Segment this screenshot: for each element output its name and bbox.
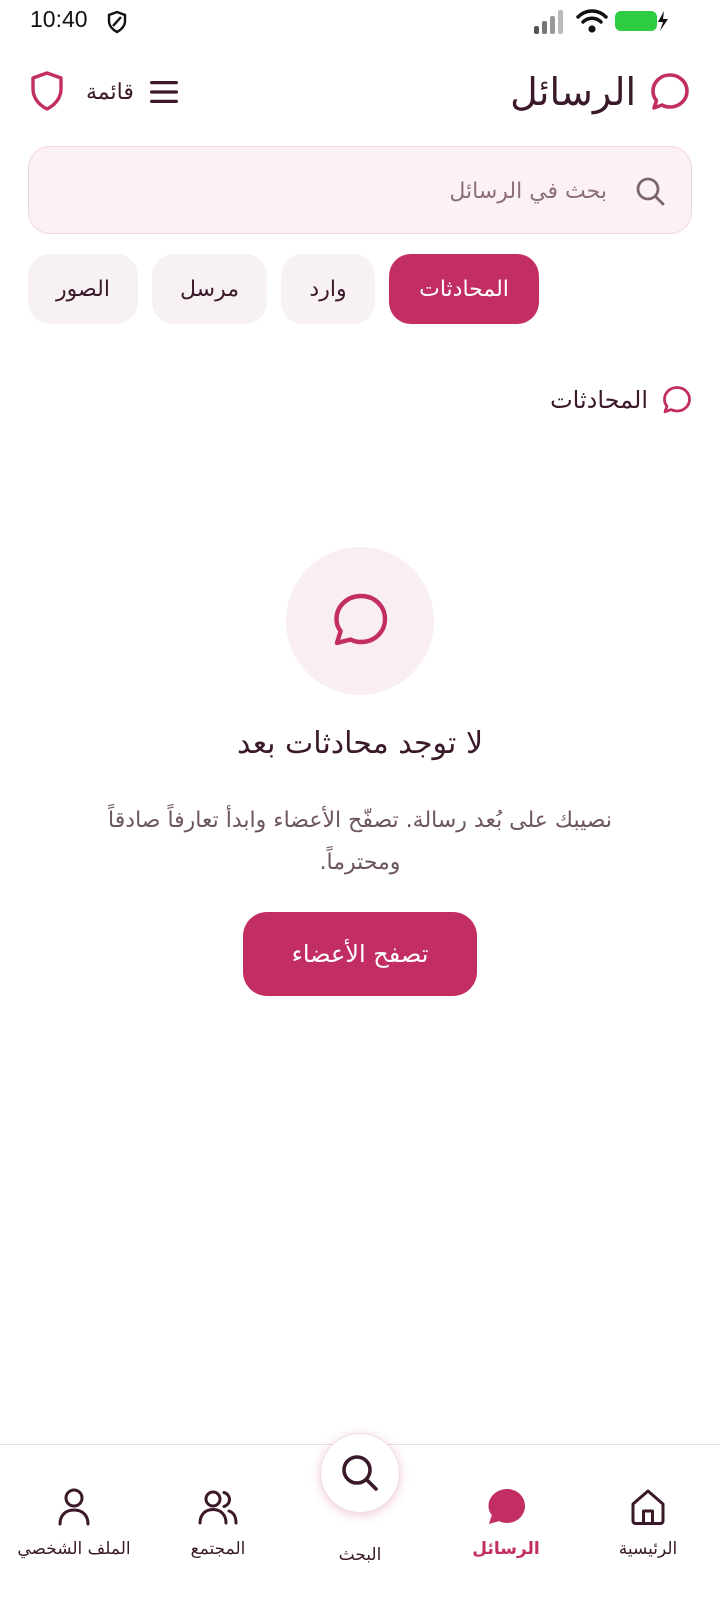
vpn-shield-icon (107, 10, 127, 34)
nav-label-home: الرئيسية (618, 1539, 678, 1559)
menu-button[interactable]: قائمة (86, 72, 180, 112)
users-icon (198, 1490, 238, 1525)
chat-bubble-icon (651, 73, 689, 110)
chat-bubble-icon (663, 386, 691, 414)
nav-label-messages: الرسائل (472, 1539, 540, 1559)
status-bar: 10:40 (0, 0, 720, 44)
search-box (28, 146, 692, 234)
empty-state-title: لا توجد محادثات بعد (236, 726, 484, 761)
home-icon (631, 1489, 665, 1525)
hamburger-menu-icon (149, 81, 178, 103)
wifi-icon (576, 9, 608, 33)
chat-bubble-icon (334, 593, 388, 646)
chat-bubble-icon (488, 1489, 525, 1524)
bottom-nav: الرئيسية الرسائل البحث المجتمع الملف الش… (0, 1433, 720, 1600)
app-header: الرسائل قائمة (0, 60, 720, 124)
browse-members-button[interactable]: تصفح الأعضاء (243, 912, 477, 996)
tab-sent[interactable]: مرسل (152, 254, 267, 324)
battery-charging-icon (615, 11, 668, 31)
nav-item-profile[interactable]: الملف الشخصي (10, 1445, 138, 1600)
nav-label-community: المجتمع (190, 1539, 246, 1559)
section-heading: المحادثات (550, 378, 692, 422)
nav-label-search: البحث (338, 1545, 382, 1565)
nav-item-community[interactable]: المجتمع (166, 1445, 270, 1600)
page-title: الرسائل (510, 70, 636, 114)
tab-inbox[interactable]: وارد (281, 254, 375, 324)
search-icon (342, 1455, 378, 1491)
nav-item-search[interactable]: البحث (300, 1433, 420, 1600)
shield-button[interactable] (28, 70, 66, 112)
menu-label: قائمة (86, 79, 134, 104)
page-title-group: الرسائل (510, 66, 690, 118)
tab-conversations[interactable]: المحادثات (389, 254, 539, 324)
shield-icon (31, 71, 63, 111)
nav-search-button[interactable] (320, 1433, 400, 1513)
search-icon (636, 177, 665, 206)
nav-label-profile: الملف الشخصي (17, 1539, 131, 1559)
status-time: 10:40 (30, 6, 88, 32)
nav-item-home[interactable]: الرئيسية (596, 1445, 700, 1600)
nav-item-messages[interactable]: الرسائل (454, 1445, 558, 1600)
search-input[interactable] (87, 165, 607, 217)
empty-state-description: نصيبك على بُعد رسالة. تصفّح الأعضاء وابد… (108, 808, 612, 875)
tab-photos[interactable]: الصور (28, 254, 138, 324)
section-title: المحادثات (550, 386, 648, 414)
user-icon (58, 1488, 90, 1526)
signal-icon (534, 10, 563, 34)
empty-state-illustration (286, 547, 434, 695)
